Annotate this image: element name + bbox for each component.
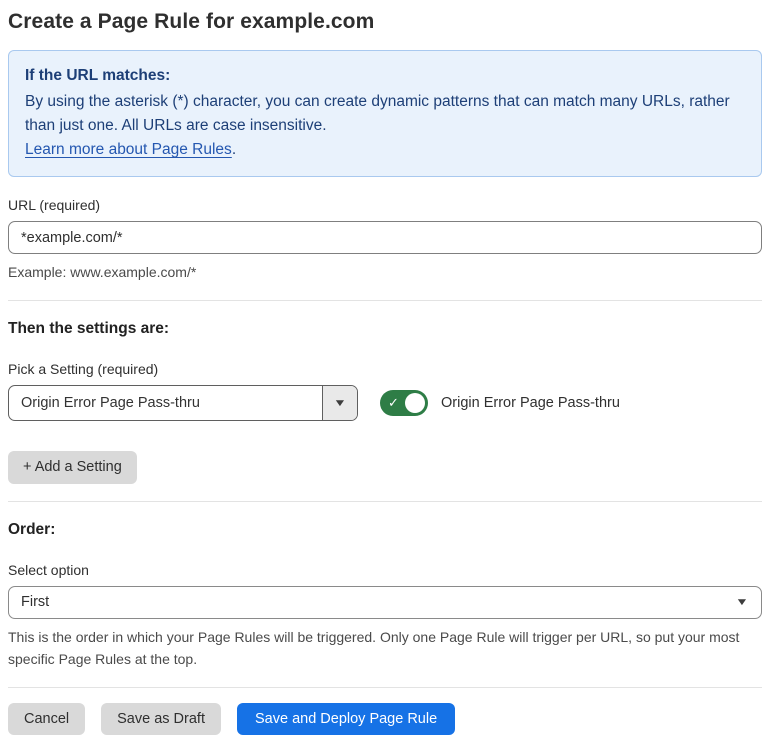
order-select-value: First xyxy=(21,594,737,610)
settings-section-heading: Then the settings are: xyxy=(8,320,762,338)
order-select[interactable]: First ▼ xyxy=(8,586,762,619)
info-box-body-text: By using the asterisk (*) character, you… xyxy=(25,93,730,134)
setting-dropdown-arrow-button[interactable]: ▼ xyxy=(322,386,357,420)
order-section-heading: Order: xyxy=(8,521,762,539)
setting-dropdown[interactable]: Origin Error Page Pass-thru ▼ xyxy=(8,385,358,421)
divider xyxy=(8,501,762,502)
save-and-deploy-button[interactable]: Save and Deploy Page Rule xyxy=(237,703,455,735)
url-example-helper: Example: www.example.com/* xyxy=(8,261,762,283)
divider xyxy=(8,687,762,688)
chevron-down-icon: ▼ xyxy=(333,398,347,409)
url-input[interactable] xyxy=(8,221,762,254)
order-helper-text: This is the order in which your Page Rul… xyxy=(8,626,762,670)
info-box-body: By using the asterisk (*) character, you… xyxy=(25,90,745,138)
divider xyxy=(8,300,762,301)
check-icon: ✓ xyxy=(388,395,399,411)
link-period: . xyxy=(232,141,236,158)
info-box-heading: If the URL matches: xyxy=(25,64,745,88)
footer-actions: Cancel Save as Draft Save and Deploy Pag… xyxy=(8,703,762,735)
setting-toggle[interactable]: ✓ xyxy=(380,390,428,416)
info-box-link-line: Learn more about Page Rules. xyxy=(25,138,745,162)
page-title: Create a Page Rule for example.com xyxy=(8,10,762,34)
setting-row: Origin Error Page Pass-thru ▼ ✓ Origin E… xyxy=(8,385,762,421)
toggle-label: Origin Error Page Pass-thru xyxy=(441,395,620,411)
url-field-label: URL (required) xyxy=(8,197,762,213)
add-setting-button[interactable]: + Add a Setting xyxy=(8,451,137,484)
setting-dropdown-value: Origin Error Page Pass-thru xyxy=(9,386,322,420)
url-match-info-box: If the URL matches: By using the asteris… xyxy=(8,50,762,177)
order-select-label: Select option xyxy=(8,562,762,578)
pick-setting-label: Pick a Setting (required) xyxy=(8,361,762,377)
learn-more-link[interactable]: Learn more about Page Rules xyxy=(25,141,232,158)
cancel-button[interactable]: Cancel xyxy=(8,703,85,735)
save-as-draft-button[interactable]: Save as Draft xyxy=(101,703,221,735)
chevron-down-icon: ▼ xyxy=(735,597,749,608)
toggle-knob xyxy=(405,393,425,413)
